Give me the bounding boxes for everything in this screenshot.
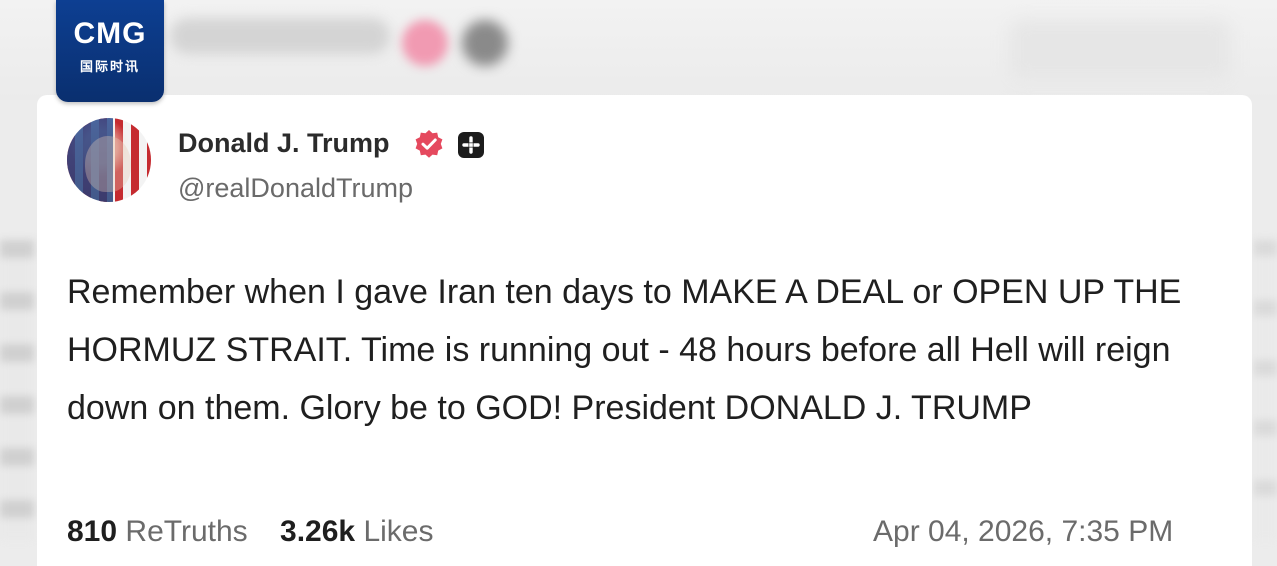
post-timestamp: Apr 04, 2026, 7:35 PM [873, 515, 1174, 548]
blurred-header-name [170, 18, 390, 54]
logo-brand: CMG [73, 17, 147, 50]
post-stats: 810 ReTruths 3.26k Likes [67, 515, 433, 549]
retruths-label[interactable]: ReTruths [125, 515, 247, 548]
plus-badge-icon [458, 132, 484, 158]
likes-label[interactable]: Likes [363, 515, 433, 548]
user-handle[interactable]: @realDonaldTrump [178, 173, 413, 204]
blurred-badge-dark [462, 20, 508, 66]
logo-subtitle: 国际时讯 [79, 59, 140, 74]
cmg-logo: CMG 国际时讯 [56, 0, 164, 102]
blurred-side-right [1254, 240, 1277, 540]
avatar[interactable] [67, 118, 151, 202]
display-name[interactable]: Donald J. Trump [178, 128, 390, 159]
verified-check-icon [415, 130, 443, 158]
likes-count[interactable]: 3.26k [280, 515, 355, 548]
blurred-header-right [1010, 20, 1230, 80]
post-card: Donald J. Trump @realDonaldTrump Remembe… [37, 95, 1252, 566]
retruths-count[interactable]: 810 [67, 515, 117, 548]
blurred-side-left [0, 240, 34, 540]
blurred-badge [402, 20, 448, 66]
post-body-text: Remember when I gave Iran ten days to MA… [67, 273, 1182, 427]
